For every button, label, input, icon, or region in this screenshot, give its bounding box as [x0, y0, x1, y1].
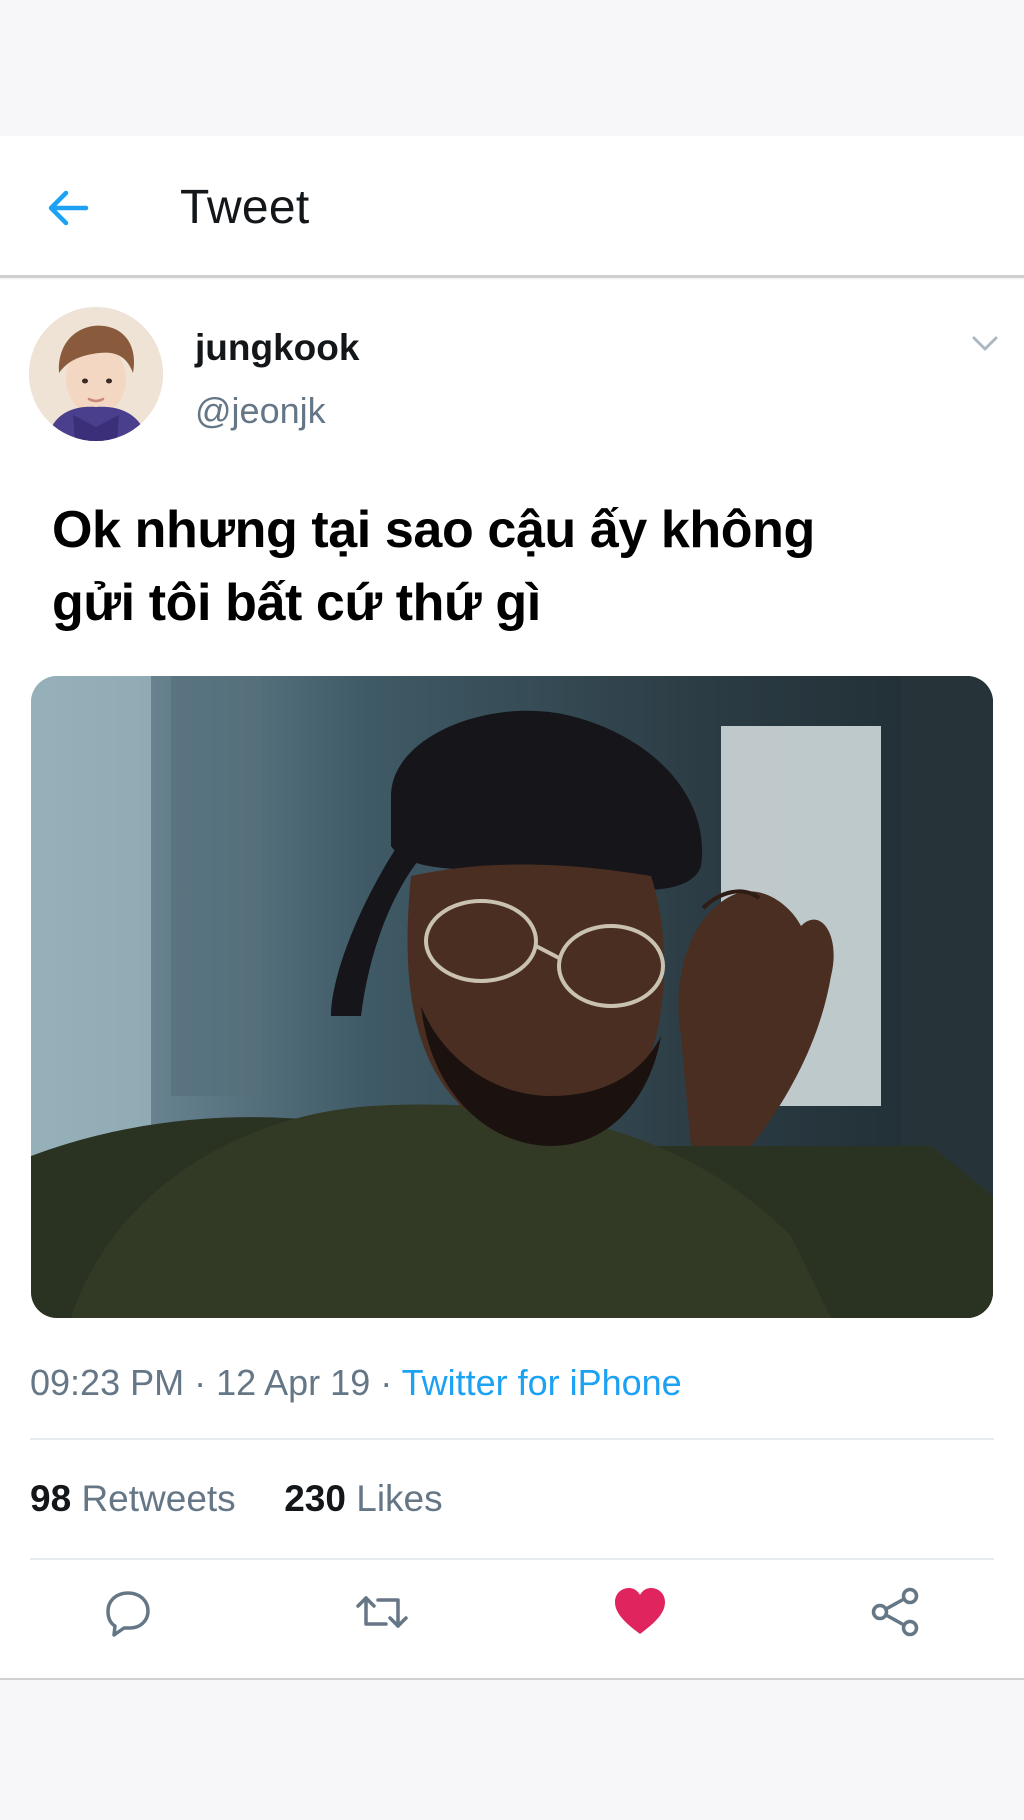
tweet-detail-panel: Tweet jungkook @jeonjk Ok nhưng tại sao …: [0, 136, 1024, 1680]
author-handle: @jeonjk: [195, 390, 326, 431]
avatar[interactable]: [29, 307, 163, 441]
retweet-icon: [356, 1596, 408, 1628]
app-header: Tweet: [0, 136, 1024, 278]
author-display-name[interactable]: jungkook: [195, 327, 359, 369]
tweet-date: 12 Apr 19: [216, 1362, 371, 1403]
divider: [30, 1438, 994, 1440]
top-status-gap: [0, 0, 1024, 136]
tweet-text-line: Ok nhưng tại sao cậu ấy không: [52, 501, 815, 559]
chevron-down-icon: [972, 336, 998, 351]
tweet-time: 09:23 PM: [30, 1362, 185, 1403]
retweets-label: Retweets: [81, 1478, 236, 1519]
likes-count: 230: [284, 1478, 346, 1519]
back-button[interactable]: [44, 184, 92, 232]
likes-stat[interactable]: 230 Likes: [284, 1478, 442, 1519]
retweet-button[interactable]: [354, 1584, 410, 1640]
meta-separator: ·: [184, 1362, 217, 1403]
reply-button[interactable]: [100, 1584, 156, 1640]
tweet-source-link[interactable]: Twitter for iPhone: [402, 1362, 682, 1403]
tweet-text: Ok nhưng tại sao cậu ấy không gửi tôi bấ…: [52, 494, 952, 640]
share-button[interactable]: [868, 1584, 924, 1640]
retweets-stat[interactable]: 98 Retweets: [30, 1478, 236, 1519]
tweet-meta: 09:23 PM · 12 Apr 19 · Twitter for iPhon…: [30, 1362, 682, 1404]
like-button[interactable]: [612, 1584, 668, 1640]
page-title: Tweet: [180, 181, 310, 234]
share-icon: [871, 1587, 919, 1637]
arrow-left-icon: [48, 190, 89, 226]
tweet-menu-button[interactable]: [968, 326, 1002, 360]
retweets-count: 98: [30, 1478, 72, 1519]
tweet-text-line: gửi tôi bất cứ thứ gì: [52, 574, 541, 632]
bottom-divider: [0, 1678, 1024, 1680]
heart-icon: [615, 1588, 665, 1634]
tweet-media-photo[interactable]: [31, 676, 993, 1318]
divider: [30, 1558, 994, 1560]
tweet-stats: 98 Retweets 230 Likes: [30, 1478, 443, 1520]
reply-icon: [106, 1591, 150, 1637]
likes-label: Likes: [356, 1478, 443, 1519]
meta-separator: ·: [370, 1362, 402, 1403]
